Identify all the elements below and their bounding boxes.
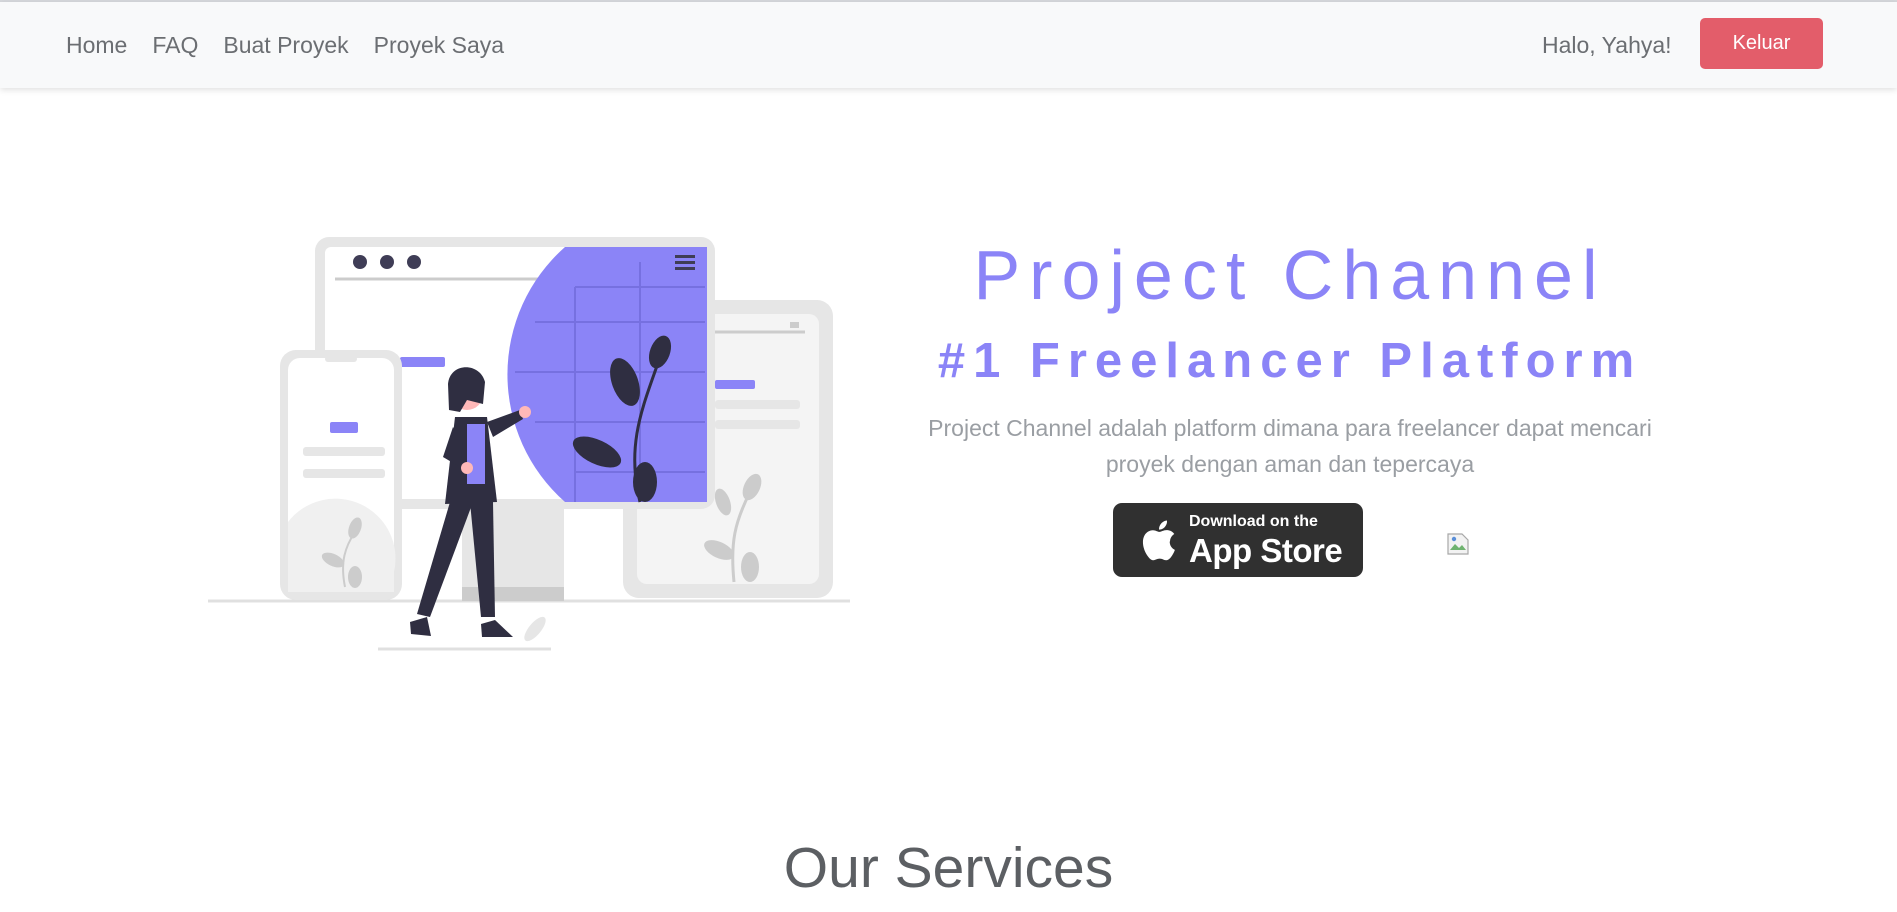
nav-faq[interactable]: FAQ: [152, 32, 198, 59]
user-greeting: Halo, Yahya!: [1542, 32, 1672, 58]
broken-image-icon[interactable]: [1446, 532, 1470, 556]
hero-subtitle: #1 Freelancer Platform: [937, 334, 1643, 388]
app-store-button[interactable]: Download on the App Store: [1113, 503, 1363, 577]
hero-title: Project Channel: [973, 236, 1607, 314]
nav-home[interactable]: Home: [66, 32, 127, 59]
hero-illustration: [208, 237, 850, 651]
app-store-text: Download on the App Store: [1189, 512, 1343, 569]
nav-links: Home FAQ Buat Proyek Proyek Saya: [66, 2, 529, 88]
services-title: Our Services: [783, 836, 1114, 900]
logout-button[interactable]: Keluar: [1700, 18, 1823, 69]
app-store-big-label: App Store: [1189, 531, 1343, 569]
nav-proyek-saya[interactable]: Proyek Saya: [374, 32, 504, 59]
nav-buat-proyek[interactable]: Buat Proyek: [223, 32, 348, 59]
hero-description: Project Channel adalah platform dimana p…: [928, 415, 1652, 477]
apple-icon: [1142, 520, 1175, 561]
app-store-small-label: Download on the: [1189, 512, 1318, 530]
navbar: Home FAQ Buat Proyek Proyek Saya Halo, Y…: [0, 2, 1897, 88]
